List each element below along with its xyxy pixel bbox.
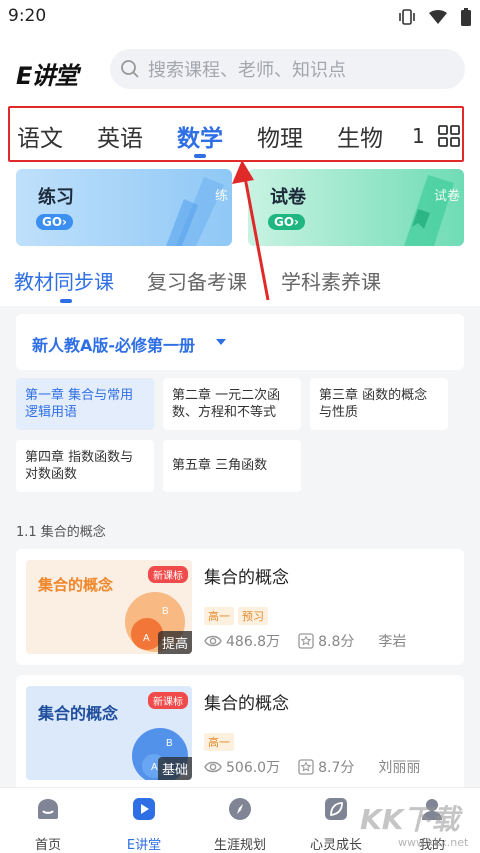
course-tags: 高一 [204,733,234,751]
chapter-item[interactable]: 第三章 函数的概念与性质 [310,378,448,430]
course-title: 集合的概念 [204,568,289,588]
search-bar[interactable]: 搜索课程、老师、知识点 [110,49,465,89]
venn-label-a: A [151,762,158,773]
nav-electure[interactable]: E讲堂 [104,796,184,853]
star-rating-icon [298,759,314,775]
course-card[interactable]: 集合的概念 新课标 B A 提高 集合的概念 高一 预习 486.8万 8.8分… [16,549,464,665]
new-curriculum-badge: 新课标 [148,566,188,583]
teacher-name: 刘丽丽 [378,760,421,776]
practice-card-title: 练习 [38,187,74,208]
app-header: E讲堂 搜索课程、老师、知识点 [0,34,480,100]
thumbnail-title: 集合的概念 [38,704,119,723]
course-title: 集合的概念 [204,694,289,714]
home-icon [38,799,58,819]
venn-label-b: B [162,606,169,617]
grade-tag: 高一 [204,733,234,751]
level-badge: 基础 [157,757,192,780]
view-count: 506.0万 [226,760,281,776]
watermark-logo: KK下载 [360,803,460,836]
active-tab-indicator [60,299,72,303]
chapter-item[interactable]: 第四章 指数函数与对数函数 [16,440,154,492]
annotation-highlight-box [8,106,464,162]
leaf-icon [325,798,347,820]
course-thumbnail: 集合的概念 新课标 B A 基础 [26,686,192,780]
practice-deco-text: 练 [214,189,228,204]
search-icon [121,60,139,78]
course-stats: 506.0万 8.7分 刘丽丽 [204,757,420,777]
star-rating-icon [298,633,314,649]
course-tags: 高一 预习 [204,607,268,625]
status-icons [398,7,472,27]
edition-label: 新人教A版-必修第一册 [32,336,196,355]
annotation-arrow-icon [232,160,270,301]
course-card[interactable]: 集合的概念 新课标 B A 基础 集合的概念 高一 506.0万 8.7分 刘丽… [16,675,464,791]
course-stats: 486.8万 8.8分 李岩 [204,631,406,651]
chapter-item[interactable]: 第一章 集合与常用逻辑用语 [16,378,154,430]
grade-tag: 高一 [204,607,234,625]
nav-home[interactable]: 首页 [8,796,88,853]
tab-textbook-sync[interactable]: 教材同步课 [14,266,114,295]
eye-icon [204,761,222,773]
preview-tag: 预习 [238,607,268,625]
watermark-url: www.kkx.net [398,836,469,849]
app-logo: E讲堂 [16,62,78,90]
compass-icon [229,798,251,820]
play-icon [133,798,155,820]
paper-card[interactable]: 试卷 GO› 试卷 [248,169,464,246]
practice-go-button[interactable]: GO› [36,214,73,230]
course-score: 8.7分 [318,760,355,776]
new-curriculum-badge: 新课标 [148,692,188,709]
tab-literacy[interactable]: 学科素养课 [281,266,381,295]
nav-electure-label: E讲堂 [126,838,162,853]
nav-career-label: 生涯规划 [213,838,266,853]
eye-icon [204,635,222,647]
course-thumbnail: 集合的概念 新课标 B A 提高 [26,560,192,654]
paper-illustration-icon [404,175,454,246]
level-badge: 提高 [157,631,192,654]
chapter-item[interactable]: 第五章 三角函数 [163,440,301,492]
venn-label-b: B [166,738,173,749]
edition-selector[interactable]: 新人教A版-必修第一册 [16,314,464,370]
thumbnail-title: 集合的概念 [38,576,114,594]
topic-heading: 1.1 集合的概念 [16,525,106,540]
vibrate-icon [399,9,415,25]
wifi-icon [429,10,447,24]
status-time: 9:20 [8,6,47,26]
status-bar: 9:20 [0,0,480,34]
view-count: 486.8万 [226,634,281,650]
practice-card[interactable]: 练习 GO› 练 [16,169,232,246]
paper-deco-text: 试卷 [433,189,460,204]
nav-career[interactable]: 生涯规划 [200,796,280,853]
course-score: 8.8分 [318,634,355,650]
pencil-illustration-icon [166,177,224,246]
teacher-name: 李岩 [378,634,407,650]
chapter-item[interactable]: 第二章 一元二次函数、方程和不等式 [163,378,301,430]
venn-label-a: A [143,633,150,644]
battery-icon [461,8,471,26]
nav-home-label: 首页 [34,838,61,853]
caret-down-icon [216,339,226,345]
search-placeholder: 搜索课程、老师、知识点 [148,60,346,81]
